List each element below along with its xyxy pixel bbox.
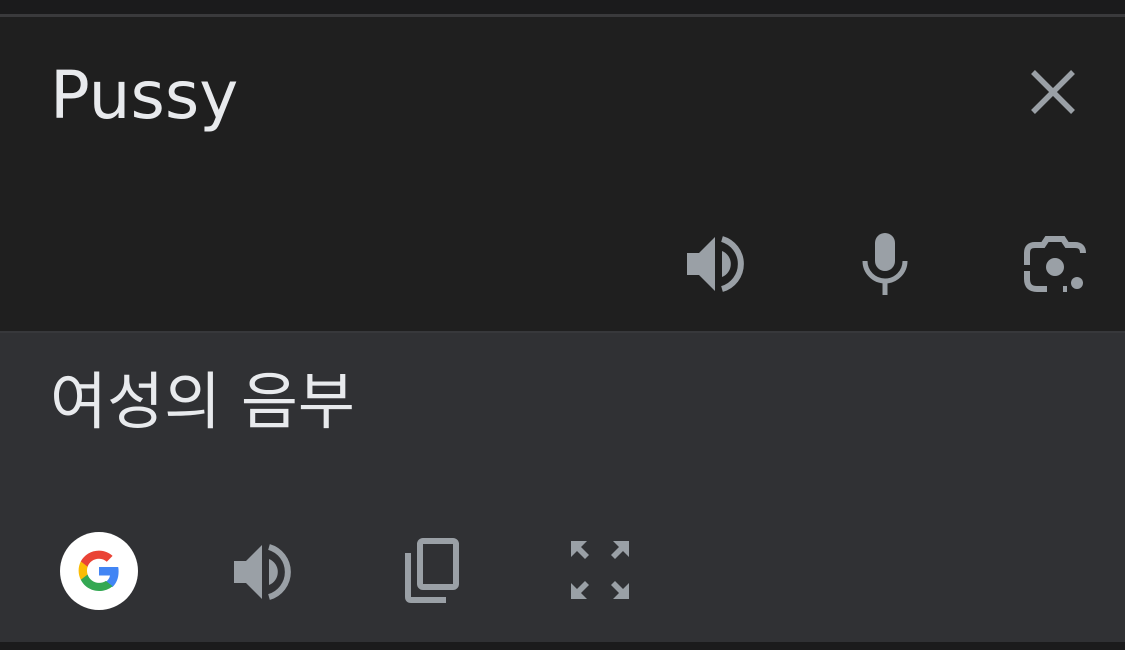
- google-g-icon: [78, 550, 119, 591]
- speaker-icon: [687, 236, 744, 292]
- bottom-strip: [0, 642, 1125, 650]
- camera-translate-button[interactable]: [1015, 226, 1095, 302]
- translation-text: 여성의 음부: [50, 365, 355, 438]
- copy-translation-button[interactable]: [394, 530, 468, 610]
- close-icon: [1031, 70, 1075, 114]
- fullscreen-icon: [571, 541, 629, 599]
- clear-button[interactable]: [1018, 57, 1088, 127]
- microphone-icon: [862, 233, 908, 295]
- camera-lens-icon: [1024, 236, 1086, 292]
- source-text-input[interactable]: Pussy: [50, 56, 238, 136]
- translation-listen-button[interactable]: [224, 536, 304, 608]
- google-search-button[interactable]: [60, 532, 138, 610]
- source-listen-button[interactable]: [676, 228, 758, 300]
- voice-input-button[interactable]: [850, 226, 920, 302]
- speaker-icon: [234, 544, 291, 600]
- top-strip: [0, 0, 1125, 14]
- copy-icon: [405, 538, 459, 603]
- fullscreen-button[interactable]: [560, 530, 640, 610]
